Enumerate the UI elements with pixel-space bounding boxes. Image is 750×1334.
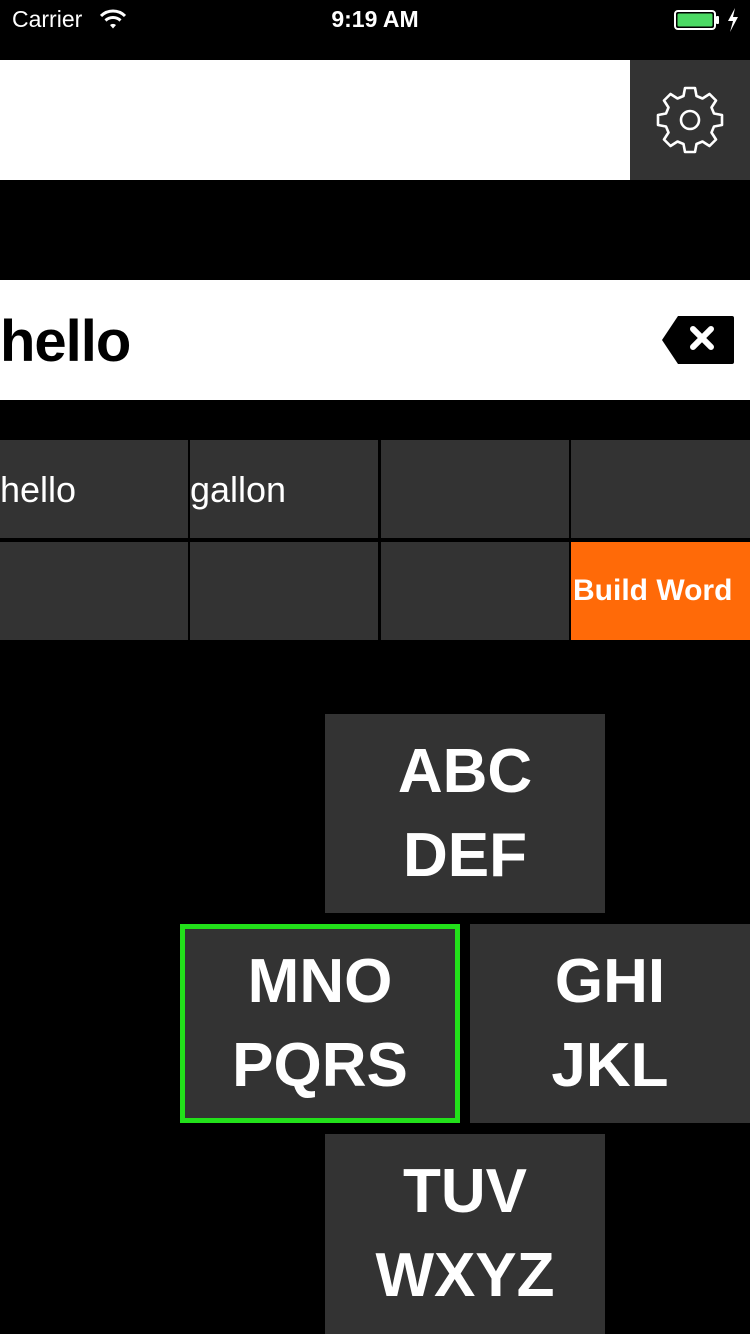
key-line: MNO — [247, 946, 393, 1016]
key-line: GHI — [554, 946, 666, 1016]
key-line: PQRS — [232, 1030, 408, 1100]
key-ghi-jkl[interactable]: GHI JKL — [470, 924, 750, 1123]
key-line: WXYZ — [375, 1241, 555, 1310]
suggestion-cell[interactable] — [0, 542, 188, 640]
build-word-button[interactable]: Build Word — [571, 542, 750, 640]
key-mno-pqrs[interactable]: MNO PQRS — [180, 924, 460, 1123]
composed-word-field[interactable]: hello — [0, 280, 750, 400]
suggestion-cell[interactable] — [381, 542, 569, 640]
suggestion-cell[interactable] — [381, 440, 569, 538]
suggestion-cell[interactable]: hello — [0, 440, 188, 538]
backspace-icon[interactable] — [656, 312, 738, 368]
key-line: DEF — [403, 820, 527, 890]
gear-icon — [656, 86, 724, 154]
suggestion-cell[interactable] — [571, 440, 750, 538]
key-line: JKL — [551, 1030, 669, 1100]
suggestion-cell[interactable] — [190, 542, 378, 640]
battery-charging-icon — [674, 10, 719, 30]
text-input[interactable] — [0, 60, 630, 180]
status-time: 9:19 AM — [331, 6, 419, 32]
key-abc-def[interactable]: ABC DEF — [325, 714, 605, 913]
key-line: ABC — [397, 736, 533, 806]
key-line: TUV — [403, 1157, 527, 1226]
settings-button[interactable] — [630, 60, 750, 180]
suggestion-cell[interactable]: gallon — [190, 440, 378, 538]
charging-bolt-icon — [728, 8, 738, 32]
status-bar: Carrier 9:19 AM — [0, 0, 750, 40]
composed-word-text: hello — [0, 309, 131, 374]
key-tuv-wxyz[interactable]: TUV WXYZ — [325, 1134, 605, 1334]
